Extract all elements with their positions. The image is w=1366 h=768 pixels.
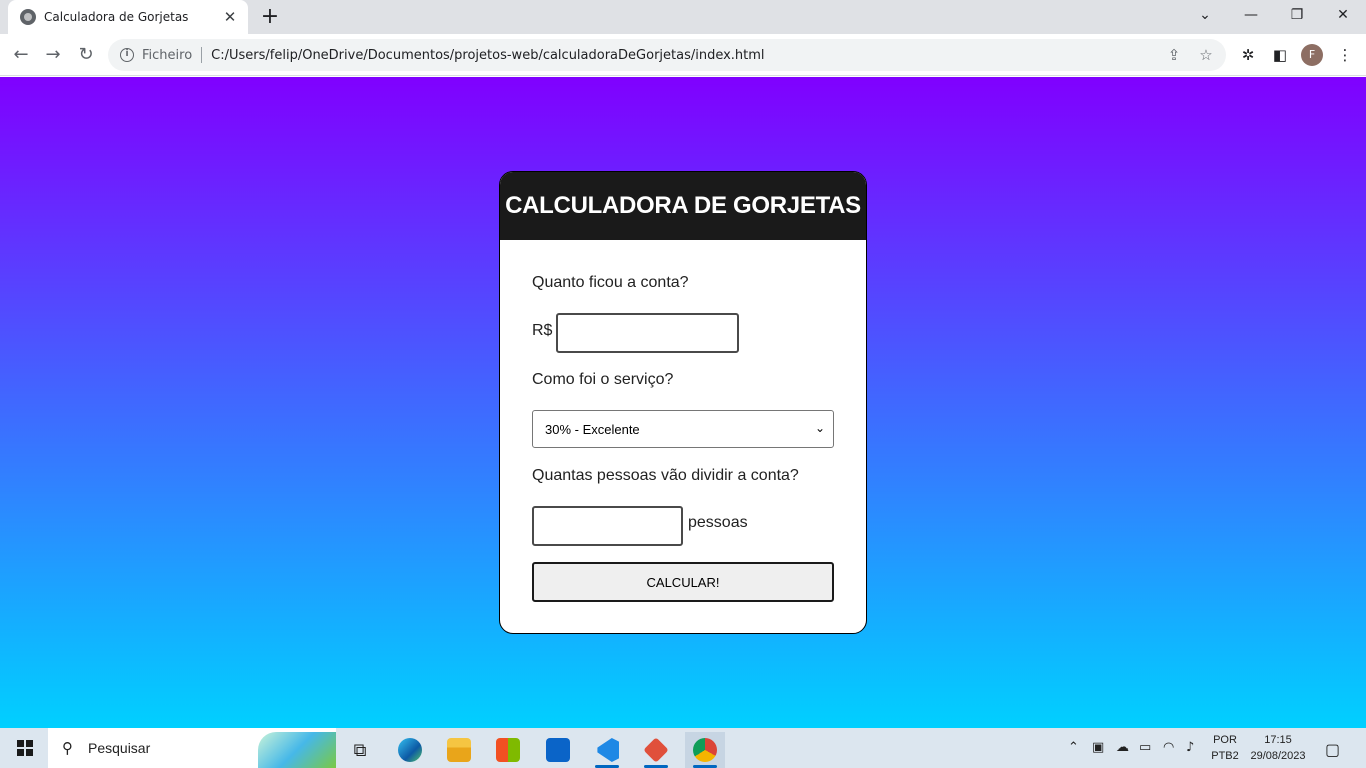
search-placeholder: Pesquisar (88, 740, 151, 756)
keyboard-layout: PTB2 (1211, 750, 1239, 762)
extensions-icon[interactable]: ✲ (1237, 44, 1259, 66)
tab-strip: Calculadora de Gorjetas ✕ + ⌄ — ❐ ✕ (0, 0, 1366, 34)
menu-icon[interactable]: ⋮ (1334, 44, 1356, 66)
minimize-button[interactable]: — (1228, 0, 1274, 30)
taskbar-search[interactable]: ⚲ Pesquisar (48, 728, 336, 768)
notifications-icon[interactable]: ▢ (1325, 740, 1340, 759)
taskbar: ⚲ Pesquisar ⧉ ⌃ ▣ ☁ ▭ ◠ ♪ POR PTB2 17:15… (0, 728, 1366, 768)
calculator-card: CALCULADORA DE GORJETAS Quanto ficou a c… (499, 171, 867, 634)
close-window-button[interactable]: ✕ (1320, 0, 1366, 30)
service-selected-value: 30% - Excelente (545, 421, 640, 437)
git-icon[interactable] (636, 732, 676, 768)
cloud-sync-icon[interactable]: ☁ (1116, 740, 1129, 755)
bill-input[interactable] (556, 313, 739, 353)
microsoft-store-icon[interactable] (488, 732, 528, 768)
card-header: CALCULADORA DE GORJETAS (500, 172, 866, 240)
people-input[interactable] (532, 506, 683, 546)
search-highlight-image (258, 732, 336, 768)
site-chip[interactable]: Ficheiro (142, 48, 192, 63)
back-icon[interactable]: ← (7, 41, 35, 69)
tab-title: Calculadora de Gorjetas (44, 10, 189, 24)
people-label: Quantas pessoas vão dividir a conta? (532, 467, 799, 484)
time: 17:15 (1264, 734, 1292, 746)
show-hidden-icons[interactable]: ⌃ (1068, 740, 1079, 755)
calculate-button[interactable]: CALCULAR! (532, 562, 834, 602)
profile-avatar[interactable]: F (1301, 44, 1323, 66)
tab-search-icon[interactable]: ⌄ (1182, 0, 1228, 30)
meet-icon[interactable]: ▣ (1092, 740, 1104, 755)
file-explorer-icon[interactable] (439, 732, 479, 768)
browser-toolbar: ← → ↻ i Ficheiro C:/Users/felip/OneDrive… (0, 34, 1366, 76)
star-icon[interactable]: ☆ (1196, 45, 1216, 65)
chevron-down-icon: ⌄ (814, 421, 825, 435)
browser-tab[interactable]: Calculadora de Gorjetas ✕ (8, 0, 248, 34)
clock[interactable]: 17:15 29/08/2023 (1246, 732, 1310, 764)
reload-icon[interactable]: ↻ (72, 41, 100, 69)
restore-button[interactable]: ❐ (1274, 0, 1320, 30)
task-view-icon[interactable]: ⧉ (340, 732, 380, 768)
date: 29/08/2023 (1250, 750, 1306, 762)
volume-icon[interactable]: ♪ (1186, 740, 1194, 755)
battery-icon[interactable]: ▭ (1139, 740, 1151, 755)
url-text[interactable]: C:/Users/felip/OneDrive/Documentos/proje… (211, 48, 764, 63)
mail-icon[interactable] (538, 732, 578, 768)
share-icon[interactable]: ⇪ (1164, 45, 1184, 65)
edge-icon[interactable] (390, 732, 430, 768)
windows-start-icon[interactable] (17, 740, 33, 756)
chrome-icon[interactable] (685, 732, 725, 768)
language-indicator[interactable]: POR PTB2 (1210, 732, 1240, 764)
service-label: Como foi o serviço? (532, 371, 674, 388)
side-panel-icon[interactable]: ◧ (1269, 44, 1291, 66)
separator (201, 47, 203, 63)
search-icon: ⚲ (62, 739, 73, 757)
service-select[interactable]: 30% - Excelente ⌄ (532, 410, 834, 448)
close-tab-icon[interactable]: ✕ (220, 7, 240, 27)
forward-icon[interactable]: → (39, 41, 67, 69)
info-icon[interactable]: i (120, 48, 134, 62)
page-viewport: CALCULADORA DE GORJETAS Quanto ficou a c… (0, 77, 1366, 728)
page-title: CALCULADORA DE GORJETAS (505, 192, 861, 219)
address-bar[interactable]: i Ficheiro C:/Users/felip/OneDrive/Docum… (108, 39, 1226, 71)
bill-label: Quanto ficou a conta? (532, 274, 689, 291)
people-suffix: pessoas (688, 514, 748, 531)
wifi-icon[interactable]: ◠ (1163, 740, 1174, 755)
vscode-icon[interactable] (587, 732, 627, 768)
new-tab-button[interactable]: + (258, 5, 282, 29)
language-code: POR (1213, 734, 1237, 746)
globe-icon (20, 9, 36, 25)
currency-prefix: R$ (532, 322, 553, 339)
